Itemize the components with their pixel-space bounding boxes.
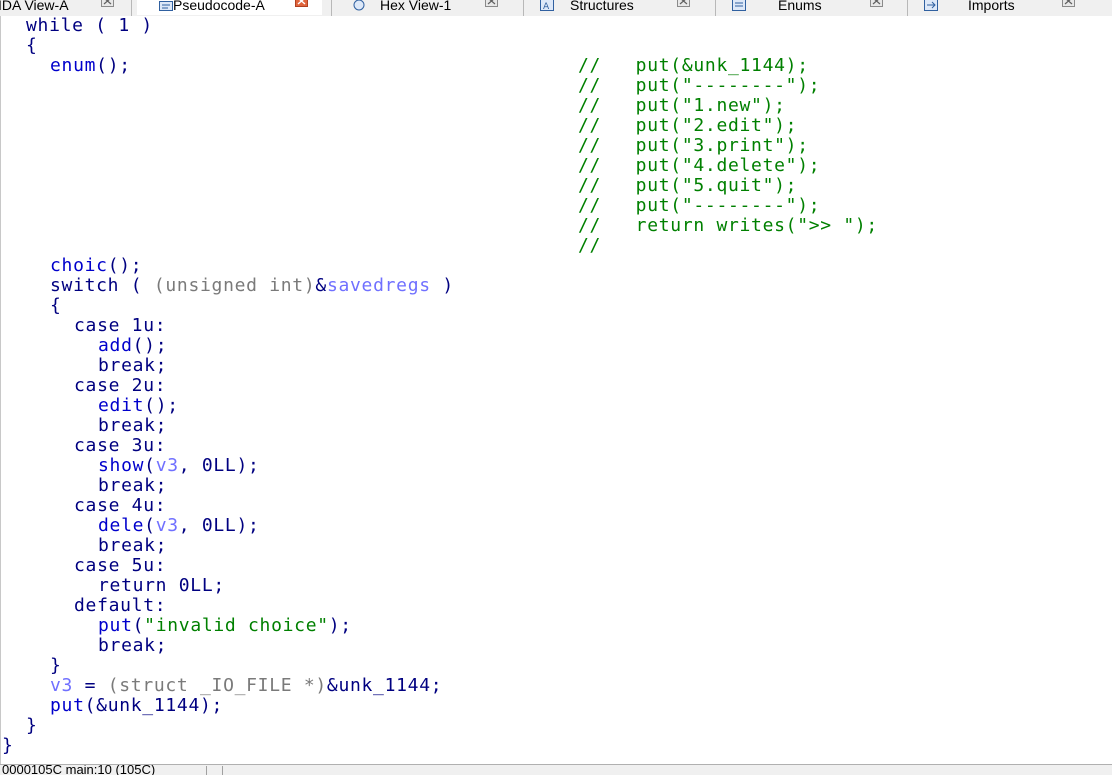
code-line[interactable]: while ( 1 ) [26,16,153,36]
tab-label: Hex View-1 [380,0,452,13]
code-comment[interactable]: // put("--------"); [578,76,820,96]
tab-separator [907,0,908,16]
code-line[interactable]: show(v3, 0LL); [98,456,260,476]
structures-icon: A [540,0,554,16]
code-line[interactable]: } [50,656,62,676]
tab-separator [715,0,716,16]
status-address: 0000105C main:10 (105C) [2,764,156,775]
code-line[interactable]: break; [98,636,167,656]
code-comment[interactable]: // return writes(">> "); [578,216,878,236]
code-comment[interactable]: // put("4.delete"); [578,156,820,176]
code-line[interactable]: put(&unk_1144); [50,696,223,716]
pseudocode-icon [159,0,173,16]
code-comment[interactable]: // put(&unk_1144); [578,56,809,76]
code-comment[interactable]: // put("1.new"); [578,96,786,116]
code-line[interactable]: edit(); [98,396,179,416]
tab-bar: IDA View-A Pseudocode-A Hex View-1 A Str… [0,0,1112,17]
code-line[interactable]: case 2u: [74,376,166,396]
tab-label: Pseudocode-A [173,0,265,13]
tab-ida-view-a[interactable]: IDA View-A [0,0,118,15]
code-line[interactable]: v3 = (struct _IO_FILE *)&unk_1144; [50,676,442,696]
code-line[interactable]: put("invalid choice"); [98,616,352,636]
code-line[interactable]: case 5u: [74,556,166,576]
code-line[interactable]: choic(); [50,256,142,276]
svg-text:A: A [543,2,550,11]
tab-label: Structures [570,0,634,13]
code-line[interactable]: switch ( (unsigned int)&savedregs ) [50,276,454,296]
hex-view-icon [352,0,366,16]
code-line[interactable]: enum(); [50,56,131,76]
code-line[interactable]: add(); [98,336,167,356]
code-line[interactable]: dele(v3, 0LL); [98,516,260,536]
status-bar: 0000105C main:10 (105C) [0,764,1112,775]
code-comment[interactable]: // put("3.print"); [578,136,809,156]
tab-structures[interactable]: A Structures [530,0,710,15]
code-line[interactable]: { [50,296,62,316]
tab-imports[interactable]: Imports [914,0,1094,15]
enums-icon [732,0,746,16]
tab-enums[interactable]: Enums [722,0,902,15]
code-line[interactable]: break; [98,416,167,436]
code-comment[interactable]: // put("5.quit"); [578,176,797,196]
code-line[interactable]: case 1u: [74,316,166,336]
code-comment[interactable]: // put("--------"); [578,196,820,216]
tab-separator [523,0,524,16]
imports-icon [924,0,938,16]
tab-label: Imports [968,0,1015,13]
code-comment[interactable]: // put("2.edit"); [578,116,797,136]
tab-separator [331,0,332,16]
tab-hex-view-1[interactable]: Hex View-1 [338,0,518,15]
pseudocode-editor[interactable]: while ( 1 ) { enum(); // put(&unk_1144);… [0,16,1112,764]
code-line[interactable]: case 3u: [74,436,166,456]
tab-pseudocode-a[interactable]: Pseudocode-A [137,0,322,15]
code-line[interactable]: { [26,36,38,56]
close-icon[interactable] [677,0,690,7]
code-line[interactable]: return 0LL; [98,576,225,596]
close-icon[interactable] [101,0,114,7]
close-icon[interactable] [1062,0,1075,7]
code-line[interactable]: break; [98,356,167,376]
code-line[interactable]: break; [98,476,167,496]
close-icon[interactable] [485,0,498,7]
code-line[interactable]: } [2,736,14,756]
tab-label: Enums [778,0,822,13]
tab-separator [131,0,132,16]
code-comment[interactable]: // [578,236,601,256]
code-line[interactable]: break; [98,536,167,556]
close-icon[interactable] [870,0,883,7]
close-icon[interactable] [295,0,308,7]
tab-label: IDA View-A [0,0,69,13]
code-line[interactable]: default: [74,596,166,616]
code-line[interactable]: case 4u: [74,496,166,516]
code-line[interactable]: } [26,716,38,736]
